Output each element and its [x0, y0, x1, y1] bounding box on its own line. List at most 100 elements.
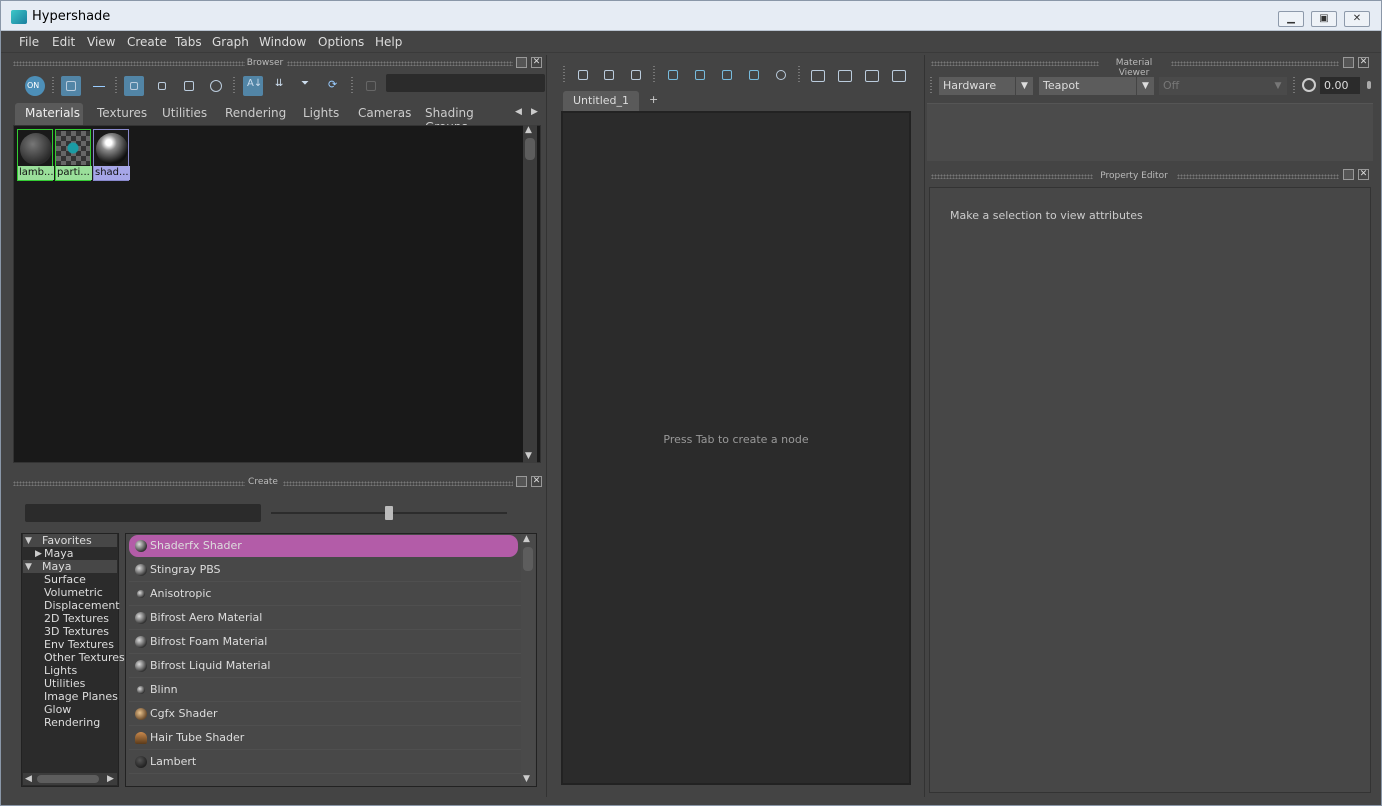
remove-selected-button[interactable] [717, 65, 737, 85]
sort-by-type-button[interactable]: ⇊ [271, 76, 291, 96]
menu-file[interactable]: File [19, 35, 39, 49]
float-panel-icon[interactable] [1343, 57, 1354, 68]
shader-item-shaderfx[interactable]: Shaderfx Shader [129, 535, 521, 558]
material-swatch-particle[interactable]: parti... [55, 129, 92, 181]
exposure-field[interactable]: 0.00 [1320, 77, 1360, 94]
scroll-up-icon[interactable]: ▲ [523, 534, 530, 544]
renderer-dropdown[interactable]: Hardware ▼ [939, 77, 1033, 95]
tree-item-env-textures[interactable]: Env Textures [44, 638, 114, 651]
tree-item-lights[interactable]: Lights [44, 664, 77, 677]
shader-item-cgfx[interactable]: Cgfx Shader [129, 703, 521, 726]
browser-search-input[interactable] [386, 74, 545, 92]
tab-materials[interactable]: Materials [15, 103, 83, 125]
custom-view-button[interactable] [889, 65, 909, 85]
scroll-up-icon[interactable]: ▲ [525, 125, 532, 135]
connected-view-button[interactable] [835, 65, 855, 85]
scroll-down-icon[interactable]: ▼ [525, 451, 532, 461]
tab-textures[interactable]: Textures [89, 103, 147, 125]
reverse-order-button[interactable]: ⟳ [324, 76, 344, 96]
float-panel-icon[interactable] [516, 476, 527, 487]
graph-tab-untitled[interactable]: Untitled_1 [563, 91, 639, 111]
shader-item-hair-tube[interactable]: Hair Tube Shader [129, 727, 521, 750]
tree-item-3d-textures[interactable]: 3D Textures [44, 625, 109, 638]
close-panel-icon[interactable]: ✕ [1358, 57, 1369, 68]
input-connections-button[interactable] [573, 65, 593, 85]
menu-tabs[interactable]: Tabs [175, 35, 202, 49]
shader-item-bifrost-foam[interactable]: Bifrost Foam Material [129, 631, 521, 654]
expanded-arrow-icon[interactable]: ▼ [25, 562, 32, 572]
maximize-button[interactable]: ▣ [1311, 11, 1337, 27]
panel-grip[interactable] [931, 174, 1093, 179]
on-toggle-button[interactable]: ON [25, 76, 45, 96]
scrollbar-thumb[interactable] [523, 547, 533, 571]
menu-create[interactable]: Create [127, 35, 167, 49]
collapsed-arrow-icon[interactable]: ▶ [35, 549, 42, 559]
environment-dropdown[interactable]: Off ▼ [1159, 77, 1287, 95]
minimize-button[interactable]: ▁ [1278, 11, 1304, 27]
clear-graph-button[interactable] [771, 65, 791, 85]
scroll-left-icon[interactable]: ◀ [25, 774, 32, 784]
frame-all-button[interactable] [663, 65, 683, 85]
panel-grip[interactable] [1171, 61, 1339, 66]
panel-grip[interactable] [13, 481, 245, 486]
shader-item-bifrost-liquid[interactable]: Bifrost Liquid Material [129, 655, 521, 678]
panel-grip[interactable] [931, 61, 1099, 66]
menu-view[interactable]: View [87, 35, 115, 49]
expanded-arrow-icon[interactable]: ▼ [25, 536, 32, 546]
add-selected-button[interactable] [690, 65, 710, 85]
menu-graph[interactable]: Graph [212, 35, 249, 49]
tree-item-favorites-maya[interactable]: Maya [44, 547, 73, 560]
panel-grip[interactable] [287, 61, 513, 66]
tree-item-favorites[interactable]: Favorites [42, 534, 92, 547]
shader-item-anisotropic[interactable]: Anisotropic [129, 583, 521, 606]
menu-window[interactable]: Window [259, 35, 306, 49]
scrollbar-thumb[interactable] [525, 138, 535, 160]
scroll-down-icon[interactable]: ▼ [523, 774, 530, 784]
tab-scroll-left-icon[interactable]: ◀ [515, 107, 522, 117]
output-connections-button[interactable] [626, 65, 646, 85]
tab-scroll-right-icon[interactable]: ▶ [531, 107, 538, 117]
icon-size-xlarge-button[interactable] [206, 76, 226, 96]
shader-item-stingray-pbs[interactable]: Stingray PBS [129, 559, 521, 582]
browser-scrollbar[interactable]: ▲ ▼ [523, 125, 537, 463]
tab-shading-groups[interactable]: Shading Groups [417, 103, 515, 134]
panel-grip[interactable] [283, 481, 513, 486]
tree-hscrollbar[interactable]: ◀ ▶ [23, 773, 117, 785]
tree-item-rendering[interactable]: Rendering [44, 716, 100, 729]
list-view-button[interactable] [89, 76, 109, 96]
shader-item-lambert[interactable]: Lambert [129, 751, 521, 774]
float-panel-icon[interactable] [516, 57, 527, 68]
shader-list-scrollbar[interactable]: ▲ ▼ [521, 534, 535, 786]
icon-size-medium-button[interactable] [152, 76, 172, 96]
sort-by-name-button[interactable]: A↓ [243, 76, 263, 96]
material-preview-area[interactable] [927, 103, 1373, 161]
tab-utilities[interactable]: Utilities [153, 103, 211, 125]
simple-view-button[interactable] [808, 65, 828, 85]
tree-item-2d-textures[interactable]: 2D Textures [44, 612, 109, 625]
tree-item-displacement[interactable]: Displacement [44, 599, 120, 612]
full-view-button[interactable] [862, 65, 882, 85]
tree-item-glow[interactable]: Glow [44, 703, 71, 716]
close-panel-icon[interactable]: ✕ [531, 57, 542, 68]
scroll-right-icon[interactable]: ▶ [107, 774, 114, 784]
slider-handle[interactable] [385, 506, 393, 520]
pin-button[interactable] [361, 76, 381, 96]
graph-layout-button[interactable] [744, 65, 764, 85]
tree-item-volumetric[interactable]: Volumetric [44, 586, 103, 599]
tree-item-utilities[interactable]: Utilities [44, 677, 85, 690]
close-panel-icon[interactable]: ✕ [531, 476, 542, 487]
input-output-connections-button[interactable] [599, 65, 619, 85]
node-graph-canvas[interactable] [561, 111, 911, 785]
sort-by-time-button[interactable]: ⏷ [297, 76, 317, 96]
attributes-area[interactable] [929, 187, 1371, 793]
icon-size-large-button[interactable] [179, 76, 199, 96]
exposure-slider-handle[interactable] [1367, 81, 1371, 89]
material-swatch-lambert[interactable]: lamb... [17, 129, 54, 181]
close-panel-icon[interactable]: ✕ [1358, 169, 1369, 180]
tree-item-image-planes[interactable]: Image Planes [44, 690, 118, 703]
tree-item-surface[interactable]: Surface [44, 573, 86, 586]
material-swatch-shader[interactable]: shad... [93, 129, 130, 181]
shape-dropdown[interactable]: Teapot ▼ [1039, 77, 1154, 95]
tab-lights[interactable]: Lights [295, 103, 343, 125]
panel-grip[interactable] [13, 61, 245, 66]
